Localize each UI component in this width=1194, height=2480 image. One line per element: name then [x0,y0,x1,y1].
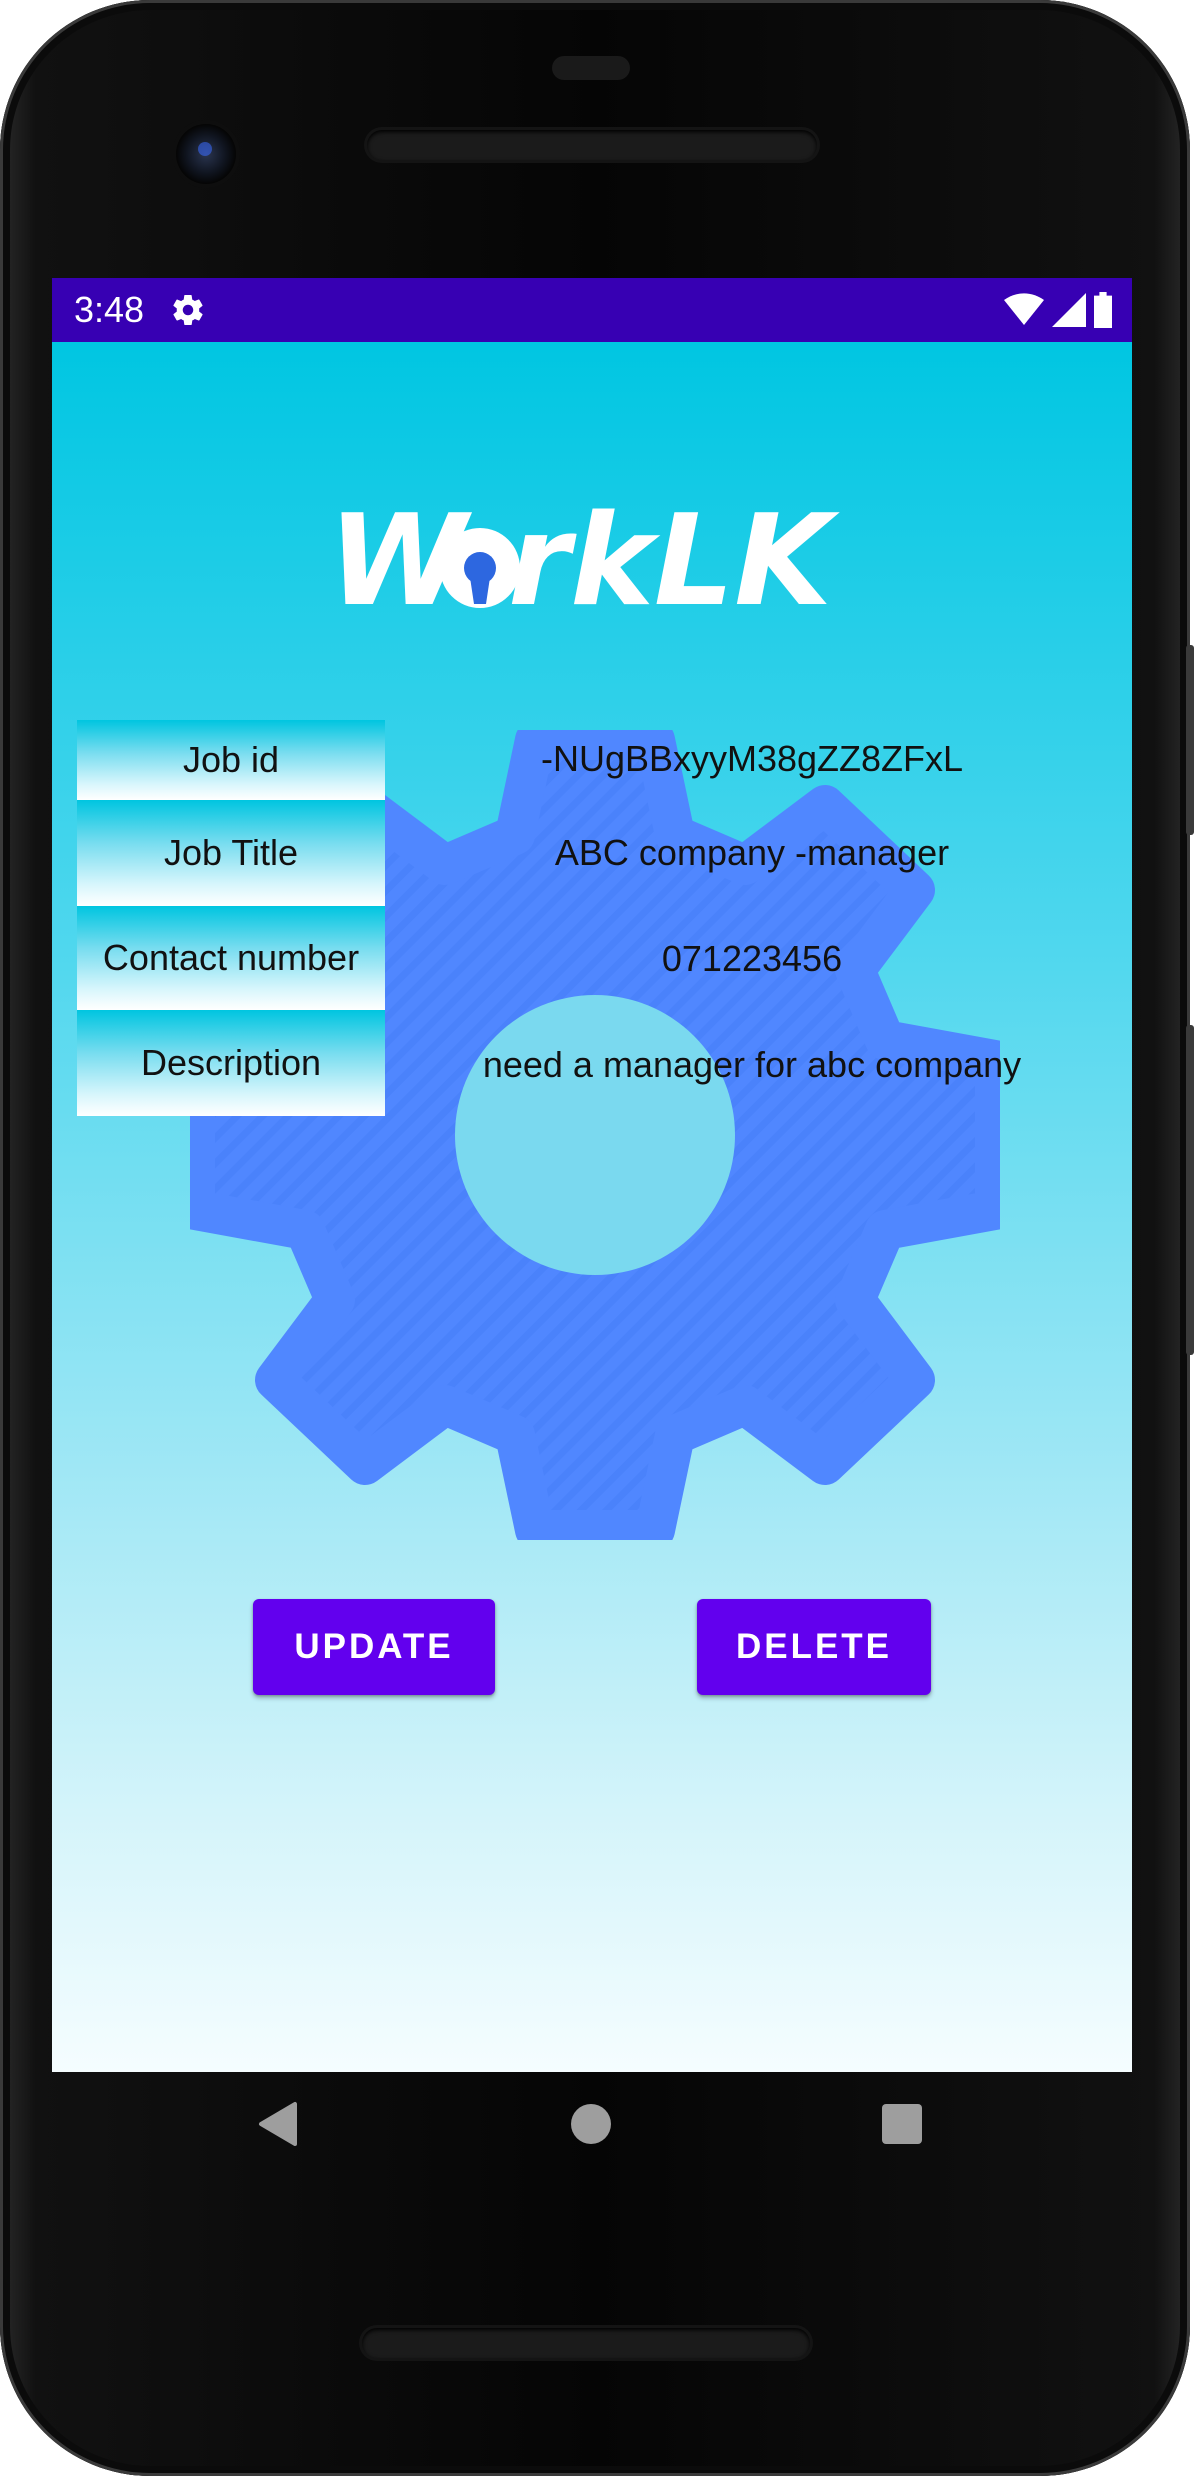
app-content: W rkLK Job id -NUgBBxyyM38gZZ8ZFxL Job T… [52,342,1132,2072]
value-description: need a manager for abc company [482,1044,1022,1085]
volume-button [1186,1025,1194,1355]
gear-icon [173,295,203,326]
battery-icon [1094,292,1112,328]
screen: 3:48 W rkLK Job id -NUgBBxyyM38gZZ8ZFxL … [52,278,1132,2072]
device-frame: 3:48 W rkLK Job id -NUgBBxyyM38gZZ8ZFxL … [0,0,1194,2480]
value-job-id: -NUgBBxyyM38gZZ8ZFxL [540,738,964,779]
signal-icon [1052,293,1086,327]
label-job-id: Job id [77,720,385,800]
update-button[interactable]: UPDATE [253,1599,495,1695]
worklk-logo: W rkLK [328,487,858,634]
status-bar: 3:48 [52,278,1132,342]
status-time: 3:48 [74,289,145,330]
home-icon[interactable] [570,2100,612,2148]
wifi-icon [1004,293,1044,325]
label-job-title: Job Title [77,800,385,906]
svg-text:rkLK: rkLK [508,492,840,622]
back-icon[interactable] [255,2100,299,2148]
proximity-sensor [552,56,630,80]
value-job-title: ABC company -manager [554,832,950,873]
label-contact-number: Contact number [77,906,385,1010]
logo-graphic: W rkLK [328,487,840,634]
recents-icon[interactable] [881,2100,923,2148]
earpiece-speaker [367,130,817,160]
power-button [1186,645,1194,835]
delete-button[interactable]: DELETE [697,1599,931,1695]
bottom-speaker [362,2328,810,2358]
label-description: Description [77,1010,385,1116]
front-camera [176,124,236,184]
value-contact-number: 071223456 [661,938,843,979]
